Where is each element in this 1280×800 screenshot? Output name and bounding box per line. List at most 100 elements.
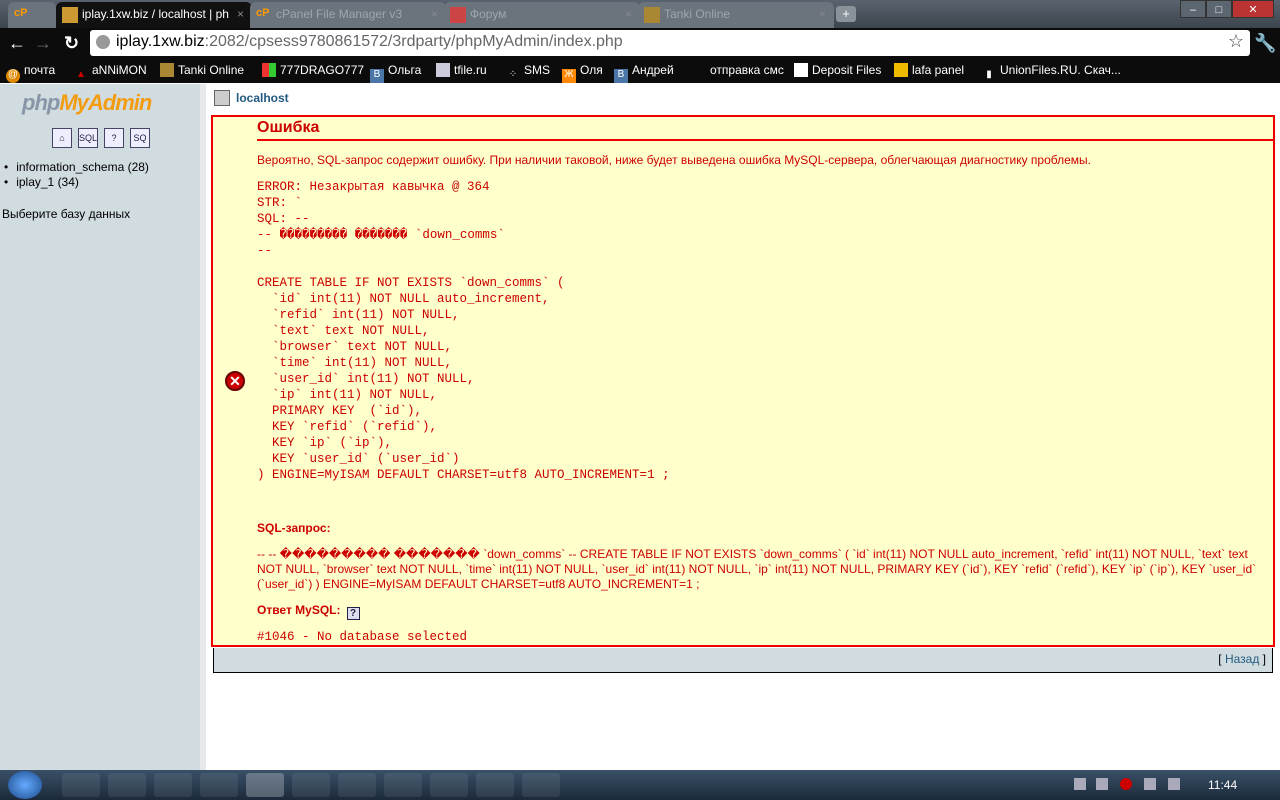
tab-label: cPanel File Manager v3 [276, 7, 403, 21]
taskbar: 11:44 [0, 770, 1280, 800]
opera-tray-icon[interactable] [1120, 778, 1132, 790]
tank-icon [160, 63, 174, 77]
forum-icon [450, 7, 466, 23]
cpanel-icon: cP [256, 7, 270, 19]
clock[interactable]: 11:44 [1208, 778, 1237, 792]
bookmark-star-icon[interactable]: ☆ [1228, 31, 1244, 52]
tank-icon [644, 7, 660, 23]
error-intro: Вероятно, SQL-запрос содержит ошибку. Пр… [257, 153, 1091, 167]
mysql-response-label: Ответ MySQL:? [257, 603, 360, 620]
close-tab-icon[interactable]: × [819, 7, 826, 21]
bookmark[interactable]: B Ольга [370, 63, 421, 83]
server-breadcrumb[interactable]: localhost [214, 90, 289, 106]
bookmark[interactable]: @ почта [6, 63, 55, 83]
bookmark[interactable]: отправка смс [710, 63, 784, 77]
home-icon[interactable]: ⌂ [52, 128, 72, 148]
close-tab-icon[interactable]: × [431, 7, 438, 21]
vk-icon: B [370, 69, 384, 83]
bookmark[interactable]: lafa panel [894, 63, 964, 77]
error-title: Ошибка [257, 119, 1273, 141]
help-icon[interactable]: ? [346, 607, 360, 620]
maximize-button[interactable]: □ [1206, 0, 1232, 18]
tab-tanki[interactable]: Tanki Online × [638, 2, 834, 28]
url-path: :2082/cpsess9780861572/3rdparty/phpMyAdm… [204, 33, 623, 50]
tab-cpanel[interactable]: cP [8, 2, 56, 28]
reload-icon[interactable]: ↻ [64, 33, 79, 54]
tab-file-manager[interactable]: cP cPanel File Manager v3 × [250, 2, 446, 28]
tray-icon[interactable] [1144, 778, 1156, 790]
close-window-button[interactable]: ✕ [1232, 0, 1274, 18]
minimize-button[interactable]: – [1180, 0, 1206, 18]
tab-forum[interactable]: Форум × [444, 2, 640, 28]
error-box: Ошибка ✕ Вероятно, SQL-запрос содержит о… [211, 115, 1275, 647]
help-icon[interactable]: ? [104, 128, 124, 148]
bookmark[interactable]: Deposit Files [794, 63, 881, 77]
logo-admin: MyAdmin [59, 90, 152, 115]
bookmark[interactable]: ⁘ SMS [506, 63, 550, 83]
volume-icon[interactable] [1096, 778, 1108, 790]
taskbar-opera[interactable] [476, 773, 514, 797]
mail-icon: @ [6, 69, 20, 83]
bookmark[interactable]: ▮ UnionFiles.RU. Скач... [982, 63, 1121, 83]
bookmark[interactable]: B Андрей [614, 63, 674, 83]
tray-icon[interactable] [1074, 778, 1086, 790]
taskbar-app[interactable] [154, 773, 192, 797]
sms-icon: ⁘ [508, 69, 518, 80]
taskbar-chrome[interactable] [246, 773, 284, 797]
bookmark[interactable]: tfile.ru [436, 63, 487, 77]
database-list: information_schema (28) iplay_1 (34) [4, 160, 149, 190]
url-host: iplay.1xw.biz [116, 33, 205, 50]
network-icon[interactable] [1168, 778, 1180, 790]
back-bar: [ Назад ] [213, 648, 1273, 673]
start-button[interactable] [8, 771, 42, 799]
taskbar-app[interactable] [384, 773, 422, 797]
bookmark-label: Deposit Files [812, 63, 882, 77]
tfile-icon [436, 63, 450, 77]
cpanel-icon: cP [14, 7, 28, 19]
back-link[interactable]: Назад [1225, 652, 1259, 666]
taskbar-app[interactable] [522, 773, 560, 797]
bookmark[interactable]: Tanki Online [160, 63, 244, 77]
bookmark-label: Андрей [632, 63, 674, 77]
globe-icon [96, 35, 110, 49]
taskbar-app[interactable] [108, 773, 146, 797]
tab-label: iplay.1xw.biz / localhost | ph [82, 7, 229, 21]
phpmyadmin-icon [62, 7, 78, 23]
taskbar-app[interactable] [430, 773, 468, 797]
bookmark-label: 777DRAGO777 [280, 63, 365, 77]
logo-php: php [22, 90, 60, 115]
lafa-icon [894, 63, 908, 77]
tab-strip: cP iplay.1xw.biz / localhost | ph × cP cPa… [0, 0, 1280, 28]
server-link[interactable]: localhost [236, 91, 289, 105]
frame-divider[interactable] [200, 84, 206, 770]
taskbar-app[interactable] [62, 773, 100, 797]
wrench-icon[interactable]: 🔧 [1254, 33, 1276, 54]
address-bar[interactable]: iplay.1xw.biz:2082/cpsess9780861572/3rdp… [90, 30, 1250, 56]
grid-icon [262, 63, 276, 77]
mysql-label-text: Ответ MySQL: [257, 603, 341, 617]
bookmark[interactable]: Ж Оля [562, 63, 603, 83]
bookmark[interactable]: ▲ aNNiMON [74, 63, 147, 83]
close-tab-icon[interactable]: × [237, 7, 244, 21]
sql-query-text: -- -- ��������� ������� `down_comms` -- … [257, 547, 1257, 591]
docs-icon[interactable]: SQ [130, 128, 150, 148]
bookmark-label: tfile.ru [454, 63, 487, 77]
taskbar-app[interactable] [338, 773, 376, 797]
error-icon: ✕ [225, 371, 245, 391]
taskbar-app[interactable] [292, 773, 330, 797]
new-tab-button[interactable]: + [836, 6, 856, 22]
close-tab-icon[interactable]: × [625, 7, 632, 21]
back-icon[interactable]: ← [8, 33, 26, 54]
tab-label: Tanki Online [664, 7, 731, 21]
phpmyadmin-logo[interactable]: phpMyAdmin [22, 90, 152, 116]
sql-icon[interactable]: SQL [78, 128, 98, 148]
database-item[interactable]: information_schema (28) [4, 160, 149, 175]
bookmark-label: Tanki Online [178, 63, 245, 77]
tab-phpmyadmin[interactable]: iplay.1xw.biz / localhost | ph × [56, 2, 252, 28]
forward-icon[interactable]: → [34, 33, 52, 54]
bookmark[interactable]: 777DRAGO777 [262, 63, 364, 77]
taskbar-app[interactable] [200, 773, 238, 797]
database-item[interactable]: iplay_1 (34) [4, 175, 149, 190]
tab-label: Форум [470, 7, 507, 21]
bookmark-label: UnionFiles.RU. Скач... [1000, 63, 1121, 77]
